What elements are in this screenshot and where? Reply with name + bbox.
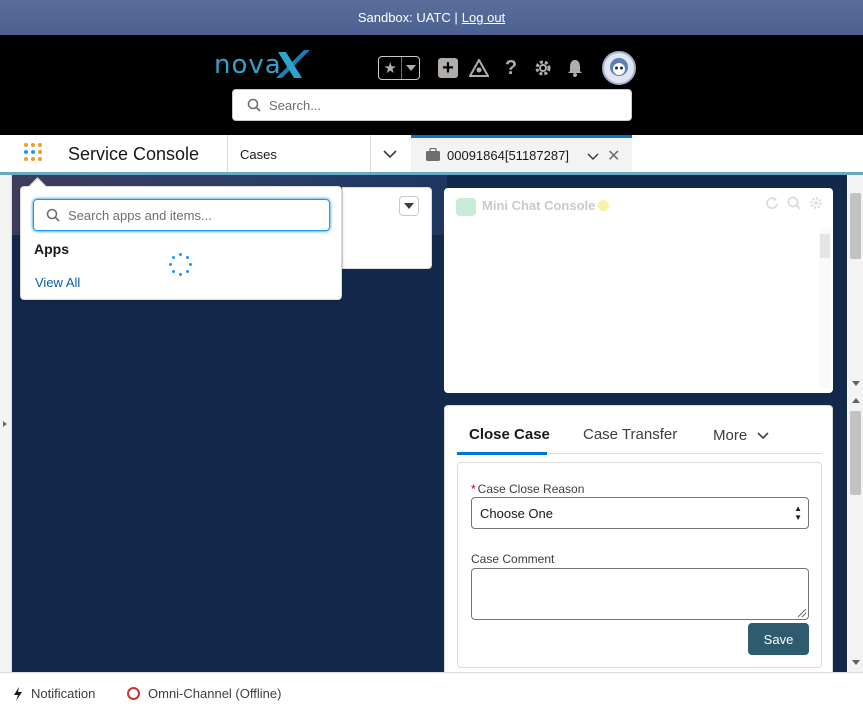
close-case-form: * Case Close Reason Choose One ▲ ▼ Case Co…	[457, 462, 822, 668]
apps-heading: Apps	[34, 241, 69, 257]
loading-spinner-icon	[169, 253, 193, 277]
sandbox-label: Sandbox: UATC |	[357, 10, 458, 25]
workspace-tab-label: 00091864[51187287]	[447, 147, 569, 163]
sandbox-bar: Sandbox: UATC | Log out	[0, 0, 863, 35]
workspace-tab-case[interactable]: 00091864[51187287] ✕	[411, 135, 632, 172]
logo-x-mark	[276, 50, 310, 78]
logout-link[interactable]: Log out	[462, 10, 505, 25]
status-dot	[598, 200, 609, 211]
nav-item-cases[interactable]: Cases	[240, 147, 277, 162]
utility-notification[interactable]: Notification	[13, 686, 95, 701]
lower-scrollbar[interactable]	[848, 393, 863, 672]
lightning-icon	[14, 686, 22, 701]
notification-label: Notification	[31, 686, 96, 701]
active-tab-indicator	[457, 452, 547, 455]
case-comment-textarea[interactable]	[471, 568, 809, 620]
search-icon	[46, 208, 60, 222]
nav-menu-chevron-down-icon[interactable]	[383, 147, 397, 162]
gear-icon[interactable]	[809, 196, 823, 210]
select-arrows-icon: ▲ ▼	[794, 504, 802, 522]
search-icon[interactable]	[787, 196, 801, 210]
record-card	[342, 187, 432, 269]
workspace-tab-close-icon[interactable]: ✕	[607, 146, 620, 166]
favorites-chevron-down-icon[interactable]	[402, 57, 419, 79]
chat-scrollbar[interactable]	[819, 228, 831, 388]
mini-chat-title: Mini Chat Console	[482, 198, 596, 213]
search-icon	[247, 98, 261, 112]
global-header: nova ★ + ?	[0, 35, 863, 135]
case-briefcase-icon	[426, 148, 440, 161]
case-close-reason-label: * Case Close Reason	[471, 482, 585, 496]
favorites-group: ★	[378, 56, 420, 80]
case-action-panel: Close Case Case Transfer More * Case Clos…	[444, 405, 833, 685]
nav-divider	[227, 135, 228, 172]
header-icons: ★ + ?	[378, 51, 636, 85]
app-launcher-popover: Apps View All	[20, 186, 342, 300]
offline-status-icon	[127, 687, 140, 700]
nav-divider	[370, 135, 371, 172]
tab-case-transfer[interactable]: Case Transfer	[583, 426, 677, 443]
card-menu-chevron-down-icon[interactable]	[399, 196, 419, 216]
avatar[interactable]	[602, 51, 636, 85]
view-all-link[interactable]: View All	[35, 275, 80, 290]
bell-icon[interactable]	[564, 57, 586, 79]
app-launcher-icon[interactable]	[24, 143, 46, 165]
app-launcher-search-input[interactable]	[68, 207, 318, 223]
chat-tools	[765, 196, 823, 210]
select-value: Choose One	[480, 505, 553, 521]
utility-omni-channel[interactable]: Omni-Channel (Offline)	[127, 686, 281, 701]
chat-icon	[456, 198, 476, 216]
global-search-input[interactable]	[269, 97, 609, 113]
trailhead-icon[interactable]	[468, 57, 490, 79]
plus-icon[interactable]: +	[438, 58, 458, 78]
app-name: Service Console	[68, 144, 200, 164]
mini-chat-console: Mini Chat Console	[444, 188, 833, 393]
tab-close-case[interactable]: Close Case	[469, 426, 550, 443]
console-nav-bar: Service Console Cases 00091864[51187287]…	[0, 135, 863, 175]
more-chevron-down-icon	[757, 432, 769, 440]
gear-icon[interactable]	[532, 57, 554, 79]
workspace-tab-chevron-down-icon[interactable]	[587, 149, 599, 164]
novax-logo[interactable]: nova	[214, 50, 314, 82]
star-icon[interactable]: ★	[379, 57, 403, 79]
left-panel-toggle[interactable]	[0, 175, 12, 672]
utility-bar: Notification Omni-Channel (Offline)	[0, 672, 863, 713]
help-icon[interactable]: ?	[500, 57, 522, 79]
app-launcher-search[interactable]	[33, 199, 330, 231]
case-comment-label: Case Comment	[471, 552, 555, 566]
logo-text: nova	[214, 50, 282, 80]
case-close-reason-select[interactable]: Choose One ▲ ▼	[471, 497, 809, 529]
resize-grip-icon[interactable]	[798, 609, 806, 617]
global-search[interactable]	[232, 89, 632, 121]
save-button[interactable]: Save	[748, 623, 809, 655]
refresh-icon[interactable]	[765, 196, 779, 210]
tab-more-label: More	[713, 427, 748, 444]
action-tabs: Close Case Case Transfer More	[457, 406, 822, 454]
tab-more[interactable]: More	[713, 427, 769, 444]
omni-channel-label: Omni-Channel (Offline)	[148, 686, 282, 701]
upper-scrollbar[interactable]	[848, 175, 863, 393]
